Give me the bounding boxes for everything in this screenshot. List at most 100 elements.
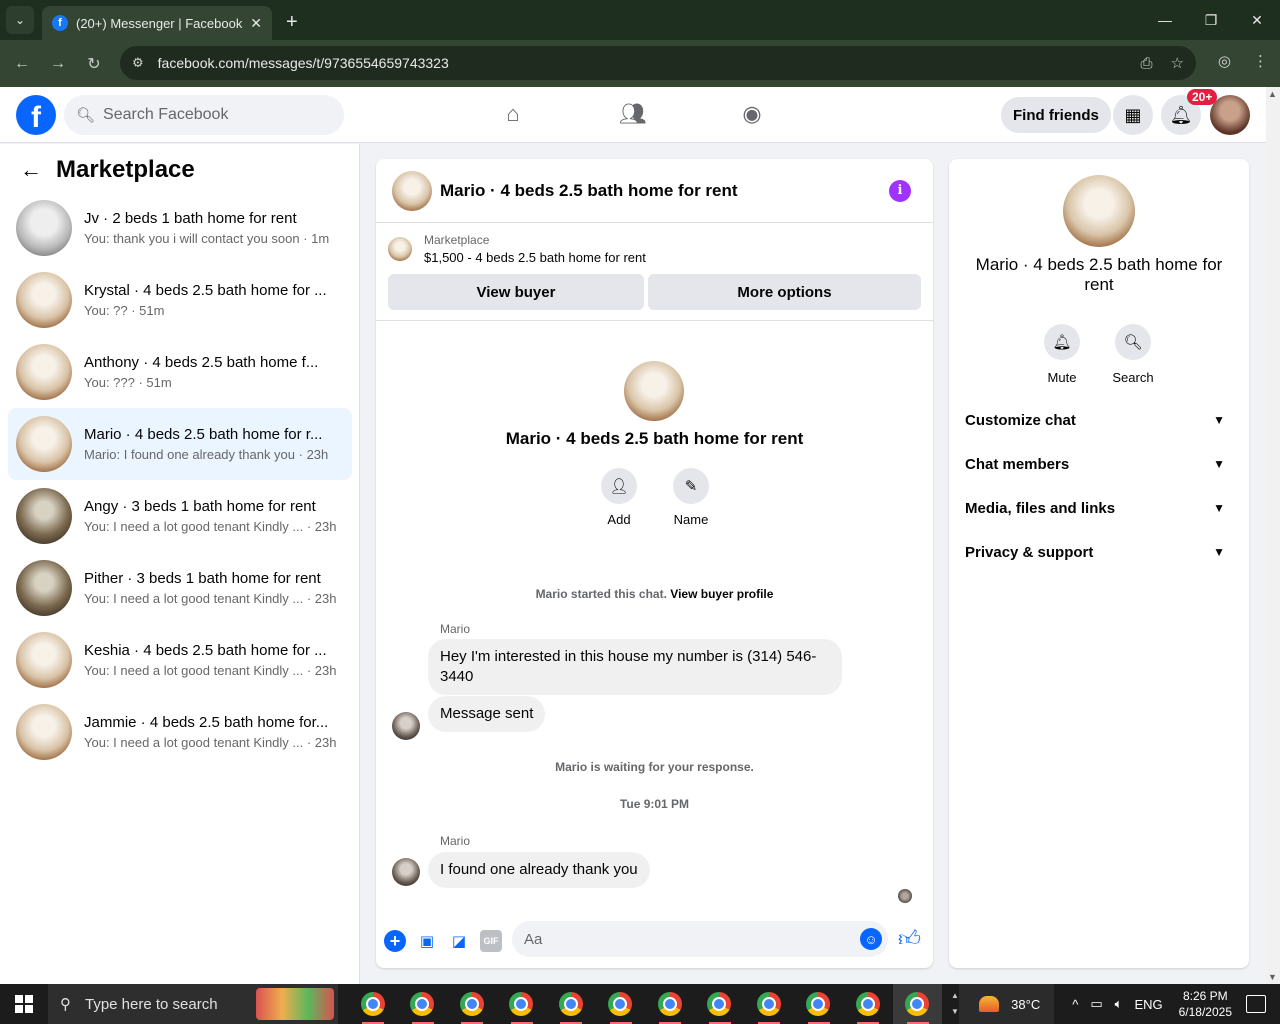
view-buyer-button[interactable]: View buyer [388,274,644,310]
message-bubble[interactable]: Hey I'm interested in this house my numb… [428,639,842,695]
minimize-icon[interactable]: — [1142,0,1188,40]
account-avatar[interactable] [1210,95,1250,135]
sender-avatar[interactable] [392,858,420,886]
conversation-item[interactable]: Pither · 3 beds 1 bath home for rent You:… [8,552,352,624]
mute-label: Mute [1047,370,1077,385]
listing-row[interactable]: Marketplace $1,500 - 4 beds 2.5 bath hom… [388,233,646,265]
more-options-button[interactable]: More options [648,274,921,310]
find-friends-button[interactable]: Find friends [1001,97,1111,133]
chrome-taskbar-icon[interactable] [794,984,844,1024]
groups-icon[interactable]: ◉ [737,101,767,127]
friends-icon[interactable]: 👥︎ [618,101,648,127]
start-button[interactable] [0,984,48,1024]
chrome-taskbar-icon[interactable] [843,984,893,1024]
close-window-icon[interactable]: ✕ [1234,0,1280,40]
listing-thumbnail [16,200,72,256]
photo-icon[interactable]: ▣ [416,930,438,952]
install-app-icon[interactable]: ⎙ [1141,55,1153,72]
tab-search-menu-icon[interactable]: ⌄ [6,6,34,34]
chevron-up-icon[interactable]: ^ [1072,997,1078,1012]
back-arrow-icon[interactable]: ← [20,157,42,183]
info-section[interactable]: Chat members ▼ [965,442,1233,486]
address-bar[interactable]: ⚙ facebook.com/messages/t/97365546597433… [120,46,1196,80]
chrome-taskbar-icon[interactable] [695,984,745,1024]
chrome-taskbar-icon[interactable] [497,984,547,1024]
bookmark-star-icon[interactable]: ☆ [1171,54,1184,72]
network-icon[interactable]: ▭ [1090,996,1102,1012]
chat-title[interactable]: Mario · 4 beds 2.5 bath home for rent [440,181,889,201]
chrome-taskbar-icon[interactable] [645,984,695,1024]
volume-icon[interactable]: 🔈︎ [1115,996,1123,1012]
listing-thumbnail [16,632,72,688]
search-input[interactable]: Search Facebook [103,106,228,124]
facebook-logo-icon[interactable]: f [16,95,56,135]
chrome-taskbar-icon[interactable] [892,984,942,1024]
gif-icon[interactable]: GIF [480,930,502,952]
chrome-taskbar-icon[interactable] [348,984,398,1024]
sticker-icon[interactable]: ◪ [448,930,470,952]
chat-avatar[interactable] [392,170,432,211]
clock-date: 6/18/2025 [1178,1005,1232,1019]
language-indicator[interactable]: ENG [1134,997,1162,1012]
weather-icon [979,996,1000,1012]
conversation-item[interactable]: Angy · 3 beds 1 bath home for rent You: I… [8,480,352,552]
chat-panel: Mario · 4 beds 2.5 bath home for rent i … [376,159,933,968]
taskbar-search-input[interactable]: Type here to search [85,996,218,1013]
conversation-item[interactable]: Jammie · 4 beds 2.5 bath home for... You:… [8,696,352,768]
sender-name: Mario [440,622,471,636]
plus-icon[interactable]: + [384,930,406,952]
conversation-item[interactable]: Jv · 2 beds 1 bath home for rent You: tha… [8,192,352,264]
page-scrollbar[interactable]: ▲ ▼ [1266,87,1280,984]
thumbs-up-icon[interactable]: 👍︎ [898,925,921,952]
browser-menu-icon[interactable]: ⋮ [1253,52,1268,70]
system-tray: 38°C ^ ▭ 🔈︎ ENG 8:26 PM 6/18/2025 [959,984,1280,1024]
chrome-taskbar-icon[interactable] [744,984,794,1024]
add-button[interactable]: 👤︎ Add [589,468,649,527]
conversation-item[interactable]: Krystal · 4 beds 2.5 bath home for ... Yo… [8,264,352,336]
view-buyer-profile-link[interactable]: View buyer profile [670,587,773,601]
chrome-taskbar-icon[interactable] [596,984,646,1024]
chrome-taskbar-icon[interactable] [398,984,448,1024]
back-icon[interactable]: ← [4,55,40,73]
home-icon[interactable]: ⌂ [498,101,528,127]
conversation-name: Keshia · 4 beds 2.5 bath home for ... [84,642,327,659]
add-label: Add [607,512,631,527]
restore-icon[interactable]: ❐ [1188,0,1234,40]
weather-widget[interactable]: 38°C [959,984,1055,1024]
message-input[interactable] [512,921,888,957]
message-composer: + ▣ ◪ GIF ☺ 👍︎ [376,919,933,963]
menu-grid-icon[interactable]: ▦ [1113,95,1153,135]
taskbar-search[interactable]: ⚲ Type here to search [48,984,338,1024]
message-bubble[interactable]: Message sent [428,696,546,732]
info-section[interactable]: Media, files and links ▼ [965,486,1233,530]
message-bubble[interactable]: I found one already thank you [428,852,650,888]
profile-icon[interactable]: ◎ [1218,52,1231,70]
info-section[interactable]: Privacy & support ▼ [965,530,1233,574]
chrome-taskbar-icon[interactable] [546,984,596,1024]
conversation-preview: Mario: I found one already thank you · 2… [84,447,329,462]
chrome-taskbar-icon[interactable] [447,984,497,1024]
conversation-item[interactable]: Mario · 4 beds 2.5 bath home for r... Mar… [8,408,352,480]
temperature: 38°C [1011,996,1041,1012]
chrome-icon [806,992,831,1016]
site-info-icon[interactable]: ⚙ [132,55,144,71]
info-section[interactable]: Customize chat ▼ [965,398,1233,442]
reload-icon[interactable]: ↻ [76,54,112,74]
clock[interactable]: 8:26 PM 6/18/2025 [1179,988,1232,1020]
search-chat-button[interactable]: 🔍︎ Search [1103,324,1163,385]
emoji-icon[interactable]: ☺ [860,928,882,950]
info-icon[interactable]: i [889,179,911,202]
mute-button[interactable]: 🔔︎ Mute [1032,324,1092,385]
forward-icon[interactable]: → [40,55,76,73]
name-button[interactable]: ✎ Name [661,468,721,527]
browser-tab[interactable]: f (20+) Messenger | Facebook ✕ [42,6,272,40]
conversation-item[interactable]: Keshia · 4 beds 2.5 bath home for ... You… [8,624,352,696]
new-tab-button[interactable]: + [286,11,298,34]
url-text: facebook.com/messages/t/9736554659743323 [157,55,449,71]
sender-avatar[interactable] [392,712,420,740]
conversation-item[interactable]: Anthony · 4 beds 2.5 bath home f... You: … [8,336,352,408]
tab-close-icon[interactable]: ✕ [250,15,262,32]
notification-center-icon[interactable] [1246,995,1266,1013]
intro-avatar [624,361,684,421]
facebook-search[interactable]: 🔍︎ Search Facebook [64,95,344,135]
